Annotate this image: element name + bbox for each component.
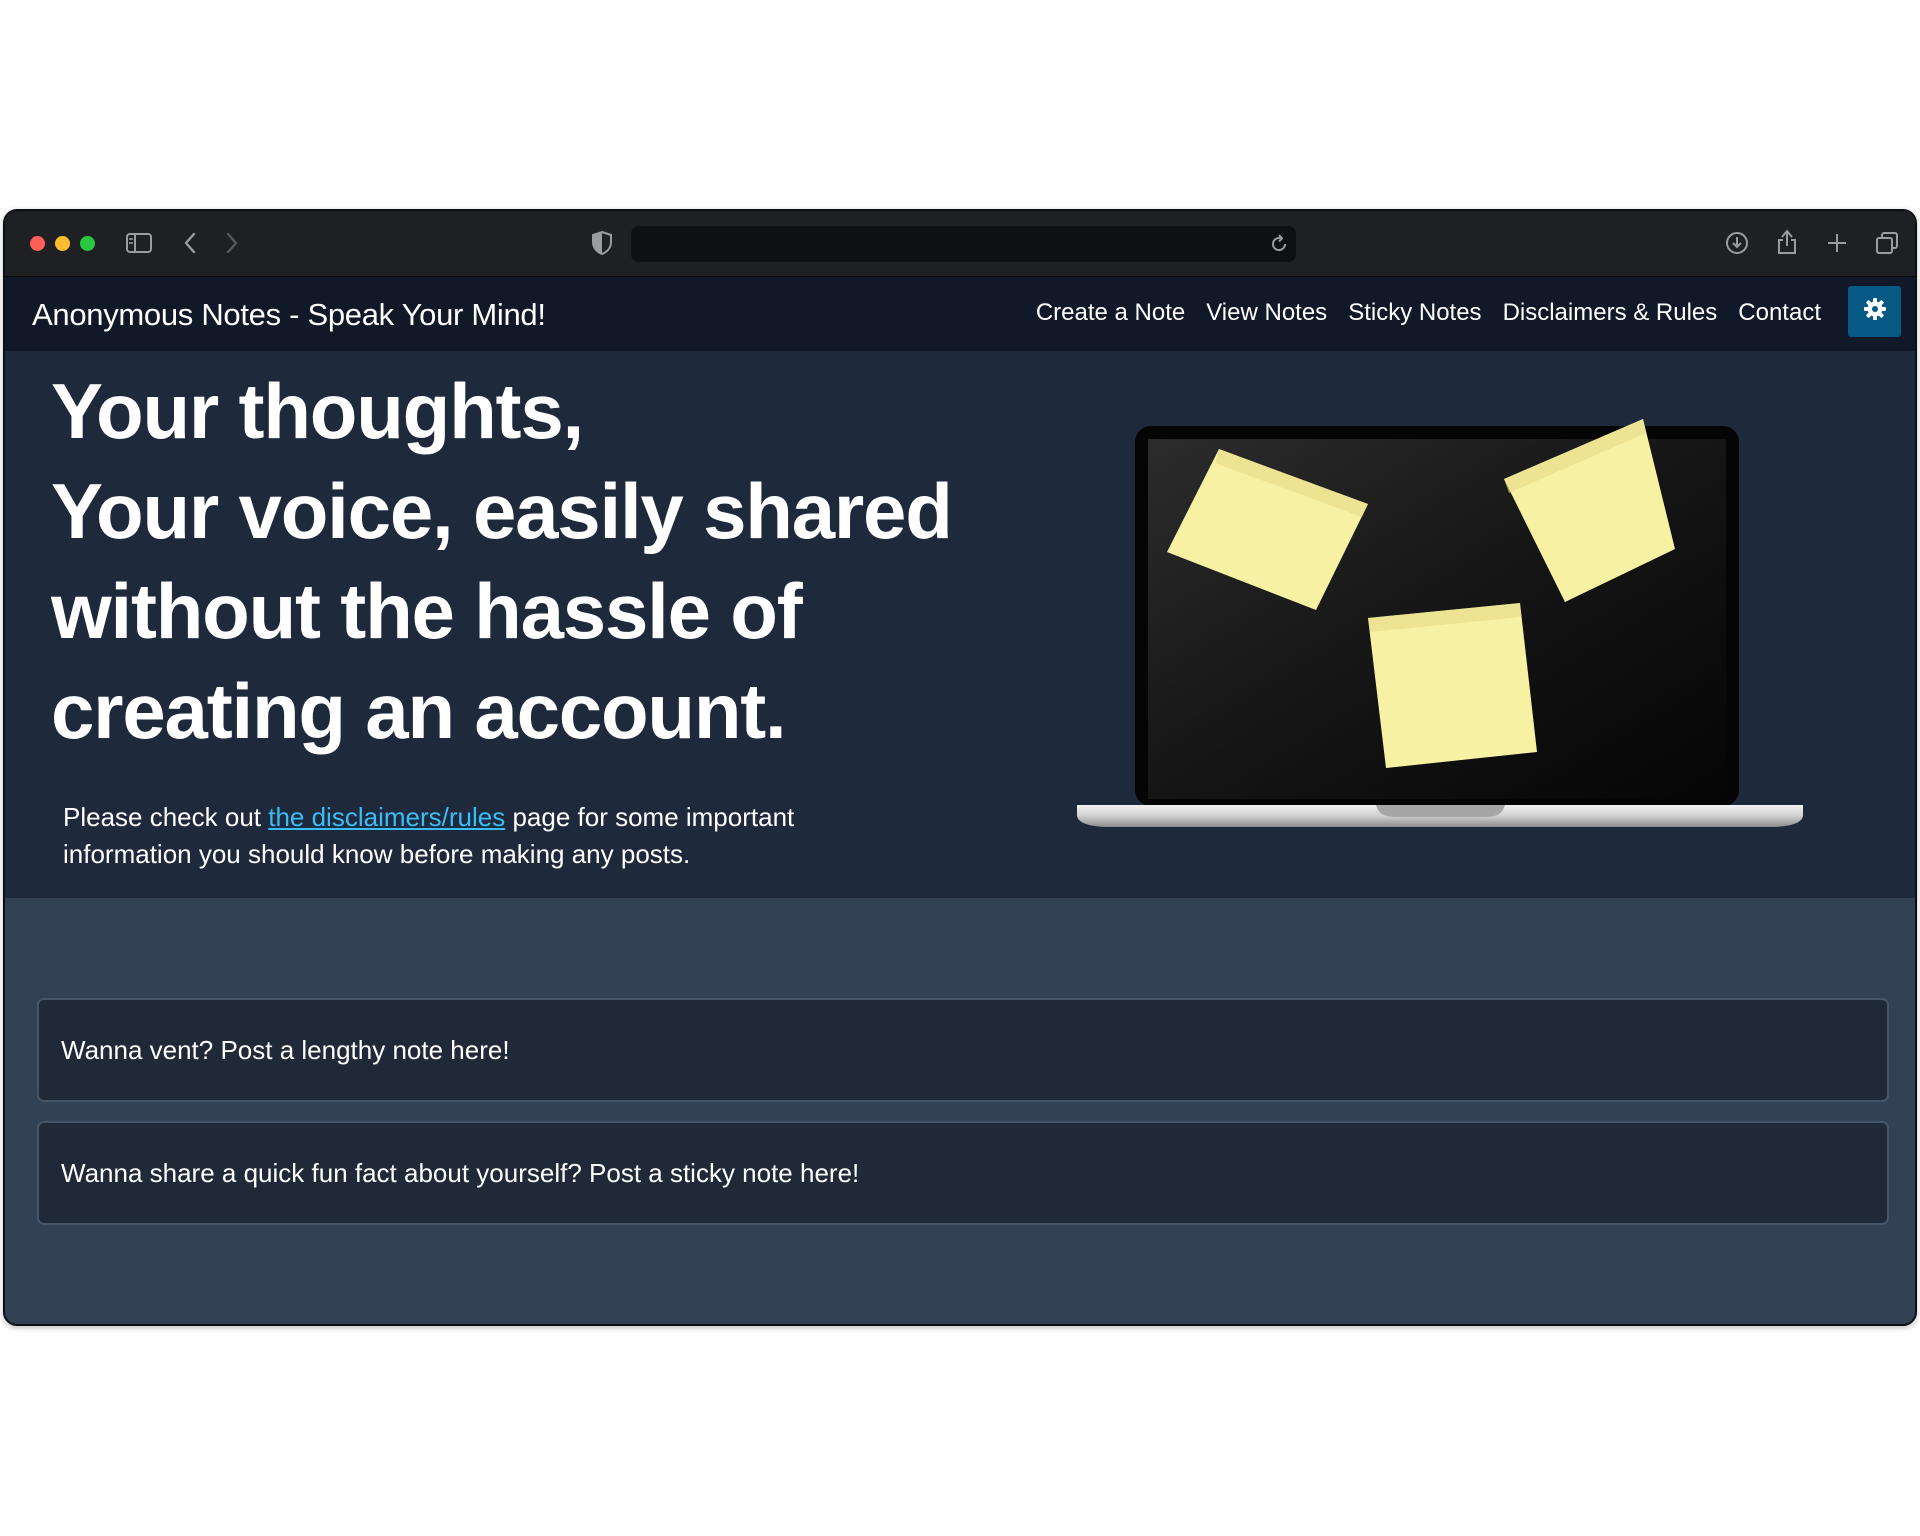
nav-link-contact[interactable]: Contact <box>1738 299 1821 327</box>
headline-line: without the hassle of <box>51 567 803 655</box>
close-window-button[interactable] <box>30 236 45 251</box>
nav-link-create-note[interactable]: Create a Note <box>1036 299 1185 327</box>
site-navbar: Anonymous Notes - Speak Your Mind! Creat… <box>5 277 1915 351</box>
theme-toggle-button[interactable] <box>1848 286 1901 337</box>
gear-icon <box>1862 296 1888 327</box>
site-brand[interactable]: Anonymous Notes - Speak Your Mind! <box>32 297 546 333</box>
browser-window: Anonymous Notes - Speak Your Mind! Creat… <box>3 209 1917 1326</box>
nav-link-view-notes[interactable]: View Notes <box>1206 299 1327 327</box>
reload-icon[interactable] <box>1268 233 1290 255</box>
long-note-prompt-card[interactable]: Wanna vent? Post a lengthy note here! <box>37 998 1889 1102</box>
minimize-window-button[interactable] <box>55 236 70 251</box>
sticky-note-prompt-card[interactable]: Wanna share a quick fun fact about yours… <box>37 1121 1889 1225</box>
sticky-note <box>1368 603 1537 768</box>
back-icon[interactable] <box>182 231 198 255</box>
nav-link-disclaimers-rules[interactable]: Disclaimers & Rules <box>1503 299 1718 327</box>
nav-link-sticky-notes[interactable]: Sticky Notes <box>1348 299 1481 327</box>
headline-line: Your voice, easily shared <box>51 467 953 555</box>
headline-line: Your thoughts, <box>51 367 584 455</box>
tabs-overview-icon[interactable] <box>1874 230 1900 256</box>
sidebar-icon[interactable] <box>125 231 153 255</box>
forward-icon[interactable] <box>224 231 240 255</box>
hero-section: Your thoughts, Your voice, easily shared… <box>5 351 1915 898</box>
share-icon[interactable] <box>1775 228 1799 256</box>
download-icon[interactable] <box>1724 230 1750 256</box>
notice-text-before: Please check out <box>63 802 269 832</box>
nav-links: Create a Note View Notes Sticky Notes Di… <box>1036 299 1821 327</box>
address-bar[interactable] <box>631 226 1296 262</box>
hero-headline: Your thoughts, Your voice, easily shared… <box>51 361 991 761</box>
disclaimer-notice: Please check out the disclaimers/rules p… <box>63 799 843 873</box>
new-tab-icon[interactable] <box>1825 231 1849 255</box>
shield-icon[interactable] <box>591 230 613 256</box>
zoom-window-button[interactable] <box>80 236 95 251</box>
headline-line: creating an account. <box>51 667 787 755</box>
browser-toolbar <box>5 211 1915 277</box>
disclaimers-rules-link[interactable]: the disclaimers/rules <box>268 802 505 832</box>
laptop-sticky-notes-image <box>1070 419 1810 834</box>
